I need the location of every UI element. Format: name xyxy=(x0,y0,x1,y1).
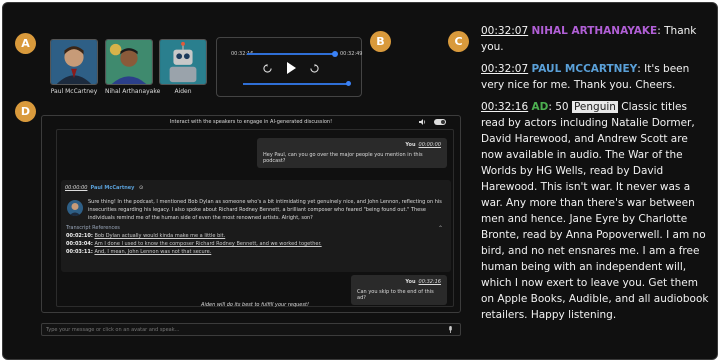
transcript-speaker: PAUL MCCARTNEY xyxy=(531,63,638,75)
highlighted-word: Penguin xyxy=(571,101,618,113)
message-author: Paul McCartney xyxy=(90,185,135,191)
transcript-text: Classic titles read by actors including … xyxy=(481,101,709,321)
transcript-text: 50 xyxy=(555,101,569,113)
transcript-timestamp[interactable]: 00:32:07 xyxy=(481,25,528,37)
chat-messages: You 00:00:00 Hey Paul, can you go over th… xyxy=(56,129,454,308)
transcript-references-title: Transcript References xyxy=(66,225,120,231)
message-header: You 00:00:00 xyxy=(263,142,441,148)
label-badge-d: D xyxy=(15,101,36,122)
message-text: Hey Paul, can you go over the major peop… xyxy=(263,152,423,164)
transcript-reference[interactable]: 00:03:04: Am I done I used to know the c… xyxy=(66,241,322,247)
audio-player: 00:32:16 00:32:49 xyxy=(216,37,362,97)
transcript-entry: 00:32:07 PAUL MCCARTNEY: It's been very … xyxy=(481,63,690,91)
volume-slider[interactable] xyxy=(243,81,351,86)
forward-icon[interactable] xyxy=(310,64,319,76)
message-timestamp[interactable]: 00:00:00 xyxy=(419,142,441,148)
chat-input[interactable] xyxy=(46,326,436,334)
message-timestamp[interactable]: 00:32:16 xyxy=(419,279,441,285)
transcript-timestamp[interactable]: 00:32:07 xyxy=(481,63,528,75)
speaker-paul-mccartney[interactable]: Paul McCartney xyxy=(50,39,98,95)
transcript-reference[interactable]: 00:02:10: Bob Dylan actually would kinda… xyxy=(66,233,225,239)
transcript-speaker: NIHAL ARTHANAYAKE xyxy=(531,25,658,37)
progress-fill xyxy=(247,53,336,55)
label-badge-c: C xyxy=(448,31,469,52)
chat-panel: Interact with the speakers to engage in … xyxy=(41,115,461,313)
assistant-status: Aiden will do its best to fulfill your r… xyxy=(201,302,309,308)
progress-bar[interactable] xyxy=(247,51,339,57)
chat-header: Interact with the speakers to engage in … xyxy=(169,119,333,125)
transcript-speaker: AD xyxy=(531,101,549,113)
speaker-name: Paul McCartney xyxy=(50,88,98,95)
assistant-message: 00:00:00 Paul McCartney ⊙ Sure thing! In … xyxy=(61,180,451,272)
message-text: Sure thing! In the podcast, I mentioned … xyxy=(88,199,442,221)
transcript-panel: 00:32:07 NIHAL ARTHANAYAKE: Thank you. 0… xyxy=(481,23,709,329)
message-header: You 00:32:16 xyxy=(357,279,441,285)
label-badge-a: A xyxy=(15,33,36,54)
microphone-icon[interactable] xyxy=(448,326,453,335)
volume-handle[interactable] xyxy=(346,81,351,86)
message-text: Can you skip to the end of this ad? xyxy=(357,289,434,301)
play-icon[interactable] xyxy=(286,62,297,77)
paul-mccartney-avatar[interactable] xyxy=(50,39,98,85)
message-header: 00:00:00 Paul McCartney ⊙ xyxy=(65,185,143,191)
voice-toggle[interactable] xyxy=(434,119,446,125)
chevron-up-icon[interactable]: ⌃ xyxy=(438,225,443,232)
paul-mccartney-mini-avatar xyxy=(67,200,83,216)
message-author: You xyxy=(405,279,416,285)
message-timestamp[interactable]: 00:00:00 xyxy=(65,185,87,191)
speaker-name: Aiden xyxy=(174,88,192,95)
transcript-timestamp[interactable]: 00:32:16 xyxy=(481,101,528,113)
speaker-nihal-arthanayake[interactable]: Nihal Arthanayake xyxy=(105,39,161,95)
nihal-arthanayake-avatar[interactable] xyxy=(105,39,153,85)
robot-avatar[interactable] xyxy=(159,39,207,85)
user-message: You 00:32:16 Can you skip to the end of t… xyxy=(351,275,447,305)
progress-handle[interactable] xyxy=(332,51,339,57)
total-time: 00:32:49 xyxy=(340,51,363,57)
transcript-reference[interactable]: 00:03:11: And, I mean, John Lennon was n… xyxy=(66,249,211,255)
transcript-entry: 00:32:16 AD: 50 Penguin Classic titles r… xyxy=(481,101,709,321)
speaker-aiden[interactable]: Aiden xyxy=(159,39,207,95)
chat-input-bar xyxy=(41,323,461,336)
user-message: You 00:00:00 Hey Paul, can you go over th… xyxy=(257,138,447,168)
transcript-entry: 00:32:07 NIHAL ARTHANAYAKE: Thank you. xyxy=(481,25,697,53)
speaker-volume-icon[interactable] xyxy=(419,119,426,127)
rewind-icon[interactable] xyxy=(263,64,272,76)
play-circle-icon[interactable]: ⊙ xyxy=(139,185,143,191)
speaker-name: Nihal Arthanayake xyxy=(105,88,161,95)
app-window: A B C D Paul McCartney Nihal Arthanayake… xyxy=(2,2,718,360)
message-author: You xyxy=(405,142,416,148)
label-badge-b: B xyxy=(370,31,391,52)
